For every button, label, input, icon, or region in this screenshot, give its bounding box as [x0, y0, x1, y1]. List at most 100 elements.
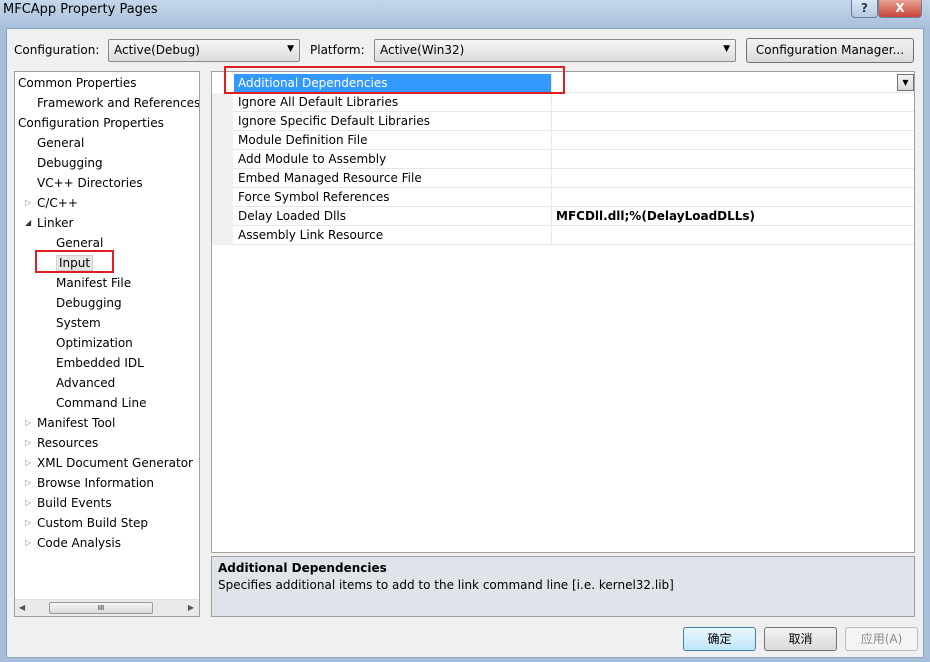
tree-item-label: Framework and References — [37, 96, 200, 110]
tree-item[interactable]: ▷ C/C++ — [25, 194, 78, 212]
collapsed-arrow-icon[interactable]: ▷ — [25, 474, 31, 492]
tree-item[interactable]: ◢ Linker — [25, 214, 74, 232]
collapsed-arrow-icon[interactable]: ▷ — [25, 534, 31, 552]
configuration-label: Configuration: — [14, 43, 100, 57]
cancel-button[interactable]: 取消 — [764, 627, 837, 651]
property-grid: ▼ Additional Dependencies Ignore All Defa… — [211, 71, 915, 553]
property-row[interactable]: Delay Loaded Dlls MFCDll.dll;%(DelayLoadD… — [212, 207, 914, 226]
tree-item[interactable]: ▷ Manifest Tool — [25, 414, 115, 432]
collapsed-arrow-icon[interactable]: ▷ — [25, 414, 31, 432]
tree-item[interactable]: Debugging — [37, 154, 103, 172]
configuration-select[interactable]: Active(Debug) ▼ — [108, 39, 300, 62]
tree-item-label: Embedded IDL — [56, 356, 144, 370]
collapsed-arrow-icon[interactable]: ▷ — [25, 194, 31, 212]
property-name: Ignore All Default Libraries — [234, 93, 552, 112]
tree-item[interactable]: General — [37, 134, 84, 152]
row-margin — [212, 150, 233, 169]
tree-item[interactable]: ▷ Resources — [25, 434, 99, 452]
platform-select[interactable]: Active(Win32) ▼ — [374, 39, 736, 62]
tree-item[interactable]: Optimization — [56, 334, 133, 352]
property-row[interactable]: Module Definition File — [212, 131, 914, 150]
property-tree: ◀ III ▶ Common Properties Framework and R… — [14, 71, 200, 617]
collapsed-arrow-icon[interactable]: ▷ — [25, 494, 31, 512]
tree-item[interactable]: System — [56, 314, 101, 332]
property-value[interactable] — [553, 112, 556, 131]
row-margin — [212, 207, 233, 226]
tree-item-label: Advanced — [56, 376, 116, 390]
tree-item[interactable]: ▷ Code Analysis — [25, 534, 121, 552]
tree-item[interactable]: Configuration Properties — [18, 114, 164, 132]
collapsed-arrow-icon[interactable]: ▷ — [25, 454, 31, 472]
highlight-box-input — [35, 250, 114, 273]
tree-item[interactable]: ▷ Build Events — [25, 494, 112, 512]
tree-item-label: General — [37, 136, 85, 150]
tree-item-label: Optimization — [56, 336, 133, 350]
tree-item[interactable]: Framework and References — [37, 94, 200, 112]
property-value[interactable] — [553, 93, 556, 112]
tree-item[interactable]: Advanced — [56, 374, 115, 392]
tree-item-label: Manifest File — [56, 276, 132, 290]
tree-item-label: Configuration Properties — [18, 116, 164, 130]
tree-item-label: Resources — [37, 436, 99, 450]
help-button[interactable]: ? — [851, 0, 878, 18]
tree-item[interactable]: Manifest File — [56, 274, 131, 292]
tree-item-label: Linker — [37, 216, 74, 230]
tree-item[interactable]: VC++ Directories — [37, 174, 143, 192]
property-value[interactable] — [553, 226, 556, 245]
property-row[interactable]: Assembly Link Resource — [212, 226, 914, 245]
tree-item[interactable]: Debugging — [56, 294, 122, 312]
property-value[interactable] — [553, 150, 556, 169]
tree-item[interactable]: Command Line — [56, 394, 147, 412]
close-button[interactable]: X — [878, 0, 922, 18]
tree-item-label: Command Line — [56, 396, 147, 410]
row-margin — [212, 188, 233, 207]
dropdown-arrow-icon: ▼ — [287, 44, 294, 54]
ok-button[interactable]: 确定 — [683, 627, 756, 651]
tree-item-label: General — [56, 236, 104, 250]
tree-item[interactable]: Common Properties — [18, 74, 137, 92]
property-name: Add Module to Assembly — [234, 150, 552, 169]
row-margin — [212, 226, 233, 245]
row-margin — [212, 131, 233, 150]
description-title: Additional Dependencies — [218, 561, 387, 575]
expanded-arrow-icon[interactable]: ◢ — [25, 214, 31, 232]
configuration-value: Active(Debug) — [114, 43, 200, 57]
platform-label: Platform: — [310, 43, 365, 57]
tree-item-label: Custom Build Step — [37, 516, 149, 530]
dropdown-arrow-icon: ▼ — [723, 44, 730, 54]
tree-item[interactable]: Embedded IDL — [56, 354, 144, 372]
collapsed-arrow-icon[interactable]: ▷ — [25, 514, 31, 532]
property-value[interactable] — [553, 169, 556, 188]
tree-item-label: System — [56, 316, 101, 330]
property-value[interactable] — [553, 131, 556, 150]
window-title: MFCApp Property Pages — [3, 2, 158, 17]
tree-item-label: C/C++ — [37, 196, 78, 210]
property-row[interactable]: Embed Managed Resource File — [212, 169, 914, 188]
tree-item-label: XML Document Generator — [37, 456, 193, 470]
scroll-right-icon[interactable]: ▶ — [188, 603, 194, 612]
property-value[interactable]: MFCDll.dll;%(DelayLoadDLLs) — [553, 207, 755, 226]
property-row[interactable]: Ignore All Default Libraries — [212, 93, 914, 112]
property-row[interactable]: Ignore Specific Default Libraries — [212, 112, 914, 131]
property-value[interactable] — [553, 188, 556, 207]
property-row[interactable]: Force Symbol References — [212, 188, 914, 207]
collapsed-arrow-icon[interactable]: ▷ — [25, 434, 31, 452]
configuration-manager-button[interactable]: Configuration Manager... — [746, 38, 914, 63]
horizontal-scrollbar[interactable]: ◀ III ▶ — [15, 599, 199, 616]
scroll-left-icon[interactable]: ◀ — [19, 603, 25, 612]
property-name: Module Definition File — [234, 131, 552, 150]
property-row[interactable]: Add Module to Assembly — [212, 150, 914, 169]
tree-item-label: Browse Information — [37, 476, 154, 490]
description-panel: Additional Dependencies Specifies additi… — [211, 556, 915, 617]
property-name: Embed Managed Resource File — [234, 169, 552, 188]
platform-value: Active(Win32) — [380, 43, 465, 57]
row-margin — [212, 169, 233, 188]
tree-item-label: VC++ Directories — [37, 176, 143, 190]
description-text: Specifies additional items to add to the… — [218, 578, 674, 592]
tree-item[interactable]: ▷ Browse Information — [25, 474, 154, 492]
tree-item-label: Build Events — [37, 496, 112, 510]
tree-item[interactable]: ▷ Custom Build Step — [25, 514, 149, 532]
apply-button[interactable]: 应用(A) — [845, 627, 918, 651]
tree-item[interactable]: ▷ XML Document Generator — [25, 454, 193, 472]
scroll-thumb[interactable]: III — [49, 602, 153, 614]
